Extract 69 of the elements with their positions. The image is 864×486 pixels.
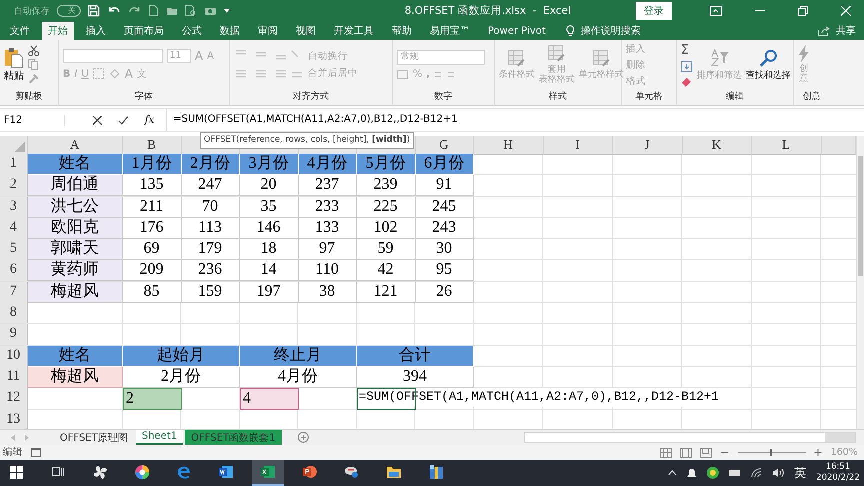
table-cell: 95 <box>416 260 474 282</box>
header-cell: 5月份 <box>357 154 416 175</box>
table-cell: 243 <box>416 218 474 239</box>
table-cell: 237 <box>298 175 357 196</box>
table-cell: 159 <box>182 282 240 303</box>
table-cell: 85 <box>123 282 182 303</box>
header-cell: 合计 <box>357 346 474 367</box>
status-mode: 编辑 <box>3 446 23 459</box>
table-cell: 135 <box>123 175 182 196</box>
name-cell: 郭啸天 <box>28 239 123 260</box>
header-cell: 起始月 <box>123 346 240 367</box>
table-cell: 245 <box>416 196 474 218</box>
table-cell: 179 <box>182 239 240 260</box>
table-cell: 59 <box>357 239 416 260</box>
name-cell: 梅超风 <box>28 282 123 303</box>
group-label: 编辑 <box>725 90 745 104</box>
table-cell: 30 <box>416 239 474 260</box>
group-label: 样式 <box>548 90 568 104</box>
table-cell: 197 <box>240 282 298 303</box>
table-cell: 69 <box>123 239 182 260</box>
group-label: 单元格 <box>634 90 664 104</box>
table-cell: 102 <box>357 218 416 239</box>
table-cell: 133 <box>298 218 357 239</box>
table-cell: 121 <box>357 282 416 303</box>
table-cell: 247 <box>182 175 240 196</box>
table-cell: 146 <box>240 218 298 239</box>
name-cell: 周伯通 <box>28 175 123 196</box>
header-cell: 3月份 <box>240 154 298 175</box>
table-cell: 26 <box>416 282 474 303</box>
table-cell: 211 <box>123 196 182 218</box>
lookup-cell: 梅超风 <box>28 366 123 388</box>
header-cell: 2月份 <box>182 154 240 175</box>
autosave-label: 自动保存 <box>14 6 50 18</box>
group-label: 剪贴板 <box>14 90 44 104</box>
table-cell: 70 <box>182 196 240 218</box>
function-tooltip: OFFSET(reference, rows, cols, [height], [width]) <box>200 132 414 149</box>
table-cell: 209 <box>123 260 182 282</box>
table-cell: 110 <box>298 260 357 282</box>
table-cell: 233 <box>298 196 357 218</box>
name-cell: 洪七公 <box>28 196 123 218</box>
table-cell: 20 <box>240 175 298 196</box>
group-label: 数字 <box>434 90 454 104</box>
header-cell: 1月份 <box>123 154 182 175</box>
table-cell: 18 <box>240 239 298 260</box>
table-cell: 35 <box>240 196 298 218</box>
header-cell: 4月份 <box>298 154 357 175</box>
table-cell: 113 <box>182 218 240 239</box>
table-cell: 97 <box>298 239 357 260</box>
group-label: 字体 <box>134 90 154 104</box>
table-cell: 176 <box>123 218 182 239</box>
window-title: 8.OFFSET 函数应用.xlsx - Excel <box>404 4 572 18</box>
header-cell: 终止月 <box>240 346 357 367</box>
table-cell: 4月份 <box>240 366 357 388</box>
table-cell: 225 <box>357 196 416 218</box>
header-cell: 姓名 <box>28 154 123 175</box>
table-cell: 42 <box>357 260 416 282</box>
table-cell: 394 <box>357 366 474 388</box>
header-cell: 姓名 <box>28 346 123 367</box>
table-cell: 91 <box>416 175 474 196</box>
group-label: 创意 <box>802 90 822 104</box>
table-cell: 38 <box>298 282 357 303</box>
header-cell: 6月份 <box>416 154 474 175</box>
table-cell: 2月份 <box>123 366 240 388</box>
table-cell: 236 <box>182 260 240 282</box>
table-cell: 239 <box>357 175 416 196</box>
table-cell: 14 <box>240 260 298 282</box>
name-cell: 欧阳克 <box>28 218 123 239</box>
group-label: 对齐方式 <box>292 90 330 104</box>
name-cell: 黄药师 <box>28 260 123 282</box>
